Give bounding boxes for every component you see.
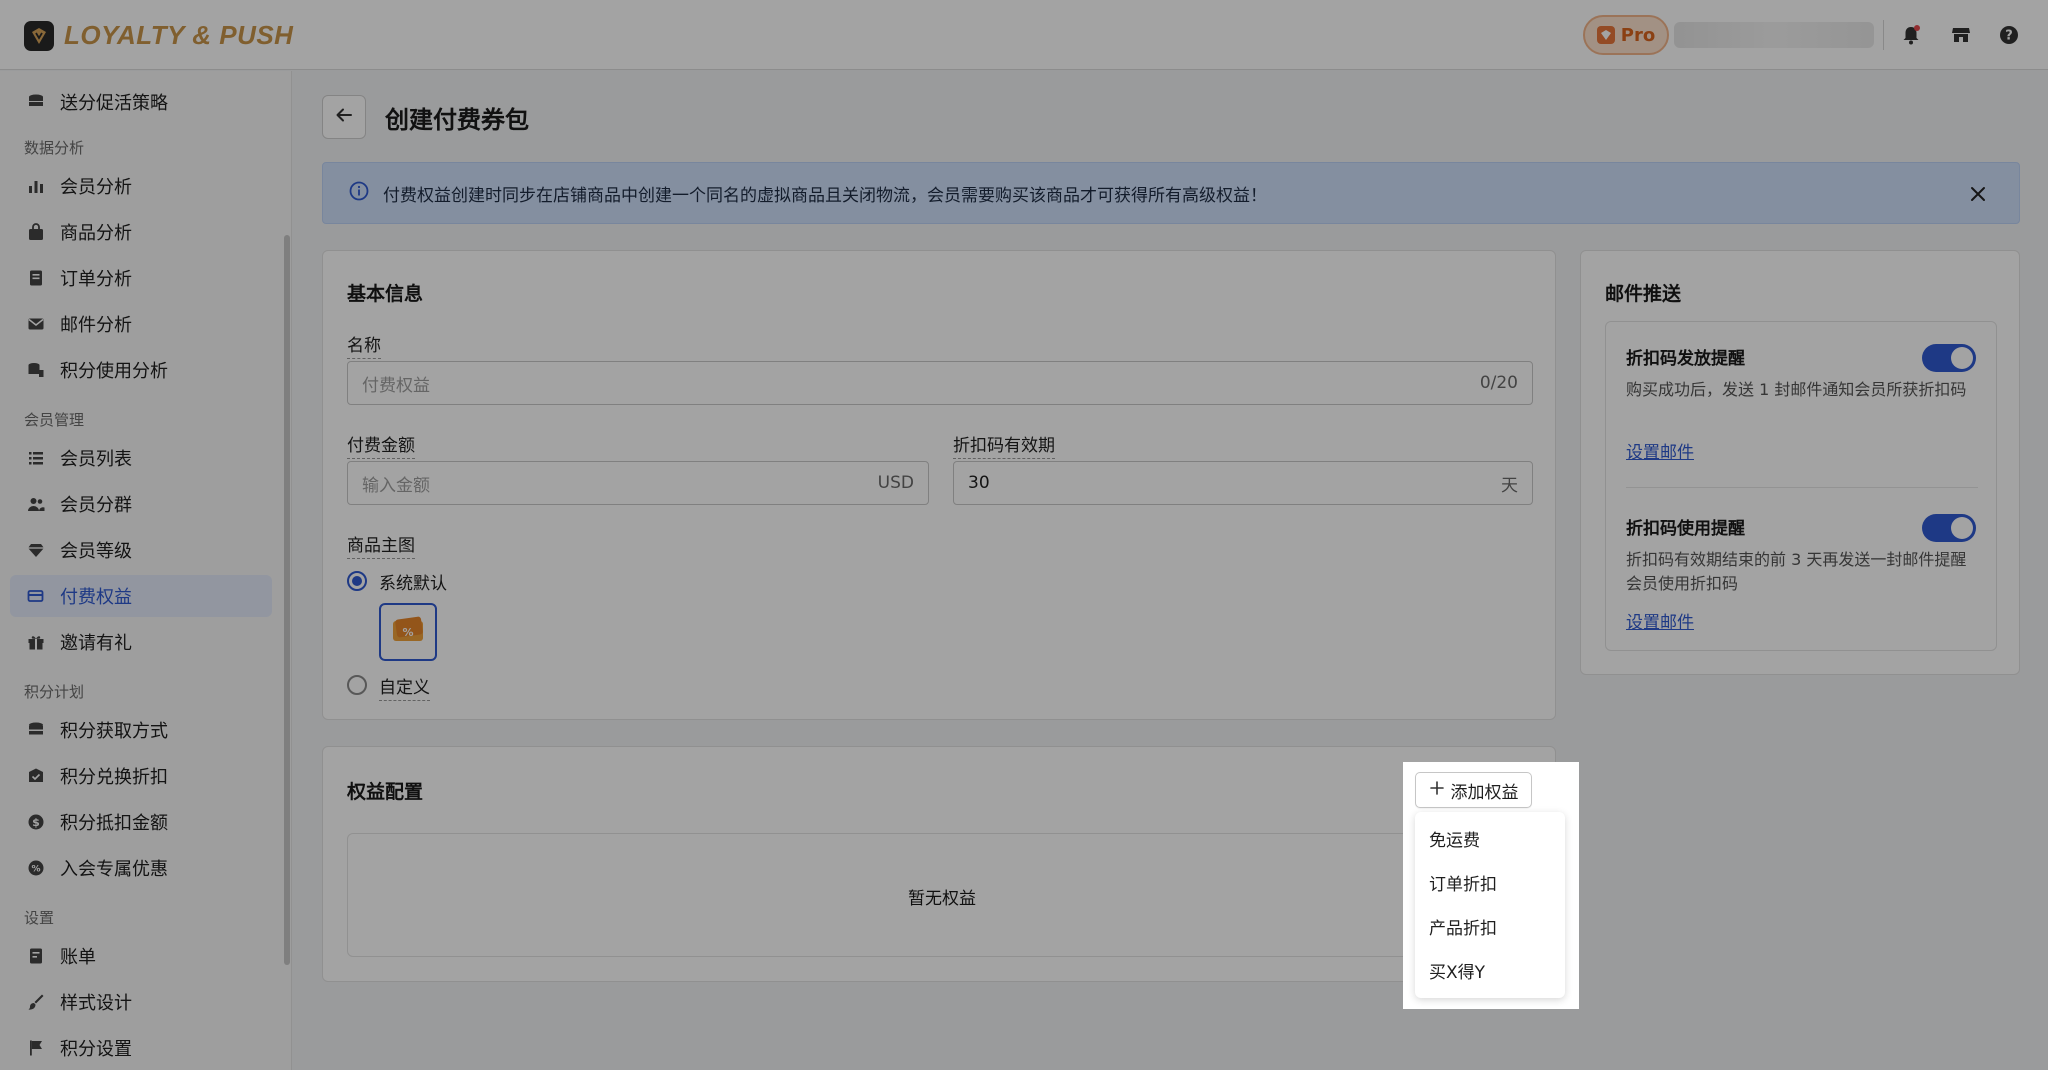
modal-dim-overlay (0, 0, 2048, 1070)
menu-item-buy-x-get-y[interactable]: 买X得Y (1429, 958, 1485, 983)
menu-item-product-discount[interactable]: 产品折扣 (1429, 914, 1497, 939)
menu-item-order-discount[interactable]: 订单折扣 (1429, 870, 1497, 895)
add-benefit-button[interactable]: 添加权益 (1415, 772, 1532, 808)
add-benefit-label: 添加权益 (1450, 782, 1519, 803)
plus-icon (1429, 780, 1445, 801)
add-benefit-menu: 免运费 订单折扣 产品折扣 买X得Y (1415, 812, 1565, 998)
menu-item-free-shipping[interactable]: 免运费 (1429, 826, 1480, 851)
